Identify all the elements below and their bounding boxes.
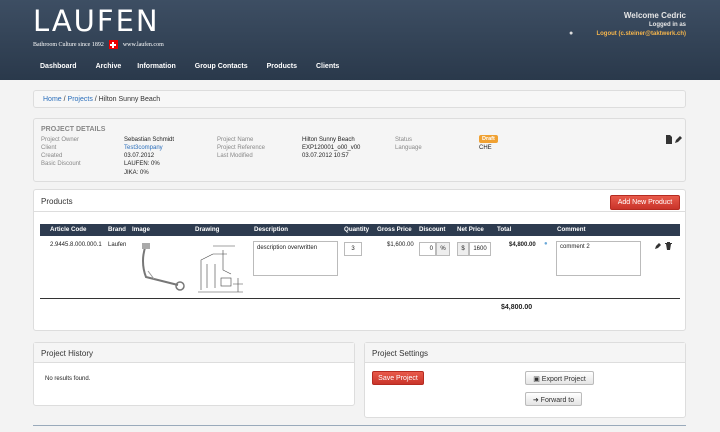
col-drawing: Drawing	[195, 226, 220, 233]
gross-price: $1,600.00	[387, 242, 414, 248]
project-settings-title: Project Settings	[365, 343, 685, 363]
breadcrumb: Home / Projects / Hilton Sunny Beach	[33, 90, 686, 108]
table-footer-rule	[40, 298, 680, 299]
save-project-button[interactable]: Save Project	[372, 371, 424, 385]
print-icon: ▣	[533, 376, 542, 383]
nav-group-contacts[interactable]: Group Contacts	[195, 63, 248, 70]
col-article-code: Article Code	[50, 226, 87, 233]
main-nav: Dashboard Archive Information Group Cont…	[40, 63, 339, 70]
website-text: www.laufen.com	[122, 41, 164, 48]
trash-icon[interactable]	[665, 242, 672, 250]
grand-total: $4,800.00	[501, 304, 533, 311]
col-net-price: Net Price	[457, 226, 484, 233]
project-ref-label: Project Reference	[217, 145, 266, 151]
nav-clients[interactable]: Clients	[316, 63, 339, 70]
forward-to-button[interactable]: ➜ Forward to	[525, 392, 582, 406]
nav-dashboard[interactable]: Dashboard	[40, 63, 77, 70]
project-settings-panel: Project Settings Save Project ▣ Export P…	[364, 342, 686, 418]
discount-jika: JIKA: 0%	[124, 170, 149, 176]
net-price-input[interactable]: 1600	[469, 242, 491, 256]
col-brand: Brand	[108, 226, 126, 233]
footer-rule	[33, 425, 686, 426]
col-discount: Discount	[419, 226, 446, 233]
edit-pencil-icon[interactable]	[674, 135, 682, 144]
breadcrumb-home[interactable]: Home	[43, 96, 62, 103]
discount-laufen: LAUFEN: 0%	[124, 161, 160, 167]
info-dot-icon[interactable]: ●	[544, 241, 548, 247]
col-description: Description	[254, 226, 289, 233]
discount-label: Basic Discount	[41, 161, 81, 167]
owner-value: Sebastian Schmidt	[124, 137, 175, 143]
created-label: Created	[41, 153, 63, 159]
client-label: Client	[41, 145, 57, 151]
project-history-title: Project History	[34, 343, 354, 363]
nav-information[interactable]: Information	[137, 63, 176, 70]
language-value: CHE	[479, 145, 492, 151]
bullet-icon: ●	[569, 30, 574, 37]
col-image: Image	[132, 226, 150, 233]
status-badge: Draft	[479, 135, 498, 143]
description-textarea[interactable]: description overwritten	[253, 241, 338, 276]
project-history-panel: Project History No results found.	[33, 342, 355, 406]
quantity-input[interactable]: 3	[344, 242, 362, 256]
arrow-right-icon: ➜	[532, 397, 541, 404]
article-code: 2.9445.8.000.000.1	[50, 242, 102, 248]
logged-in-label: Logged in as	[648, 22, 686, 28]
export-project-label: Export Project	[541, 376, 586, 383]
edit-pencil-icon[interactable]	[654, 242, 662, 250]
brand: Laufen	[108, 242, 127, 248]
client-link[interactable]: Test3company	[124, 145, 163, 151]
owner-label: Project Owner	[41, 137, 80, 143]
history-empty-text: No results found.	[45, 376, 91, 382]
project-ref-value: EXP120001_o00_v00	[302, 145, 361, 151]
document-icon[interactable]	[665, 135, 673, 144]
product-image	[142, 243, 185, 291]
tagline: Bathroom Culture since 1892 www.laufen.c…	[33, 40, 164, 49]
percent-addon: %	[436, 242, 450, 256]
currency-addon: $	[457, 242, 469, 256]
project-name-value: Hilton Sunny Beach	[302, 137, 355, 143]
col-quantity: Quantity	[344, 226, 370, 233]
welcome-text: Welcome Cedric	[623, 11, 686, 20]
breadcrumb-current: Hilton Sunny Beach	[98, 96, 161, 103]
modified-label: Last Modified	[217, 153, 253, 159]
language-label: Language	[395, 145, 422, 151]
divider	[34, 211, 685, 212]
project-details-panel: PROJECT DETAILS Project Owner Sebastian …	[33, 118, 686, 182]
col-gross-price: Gross Price	[377, 226, 412, 233]
technical-drawing	[198, 245, 243, 293]
swiss-flag-icon	[108, 40, 118, 49]
modified-value: 03.07.2012 10:57	[302, 153, 349, 159]
project-details-heading: PROJECT DETAILS	[41, 126, 106, 133]
row-total: $4,800.00	[509, 242, 536, 248]
app-header: LAUFEN Bathroom Culture since 1892 www.l…	[0, 0, 720, 80]
status-label: Status	[395, 137, 413, 143]
comment-textarea[interactable]: comment 2	[556, 241, 641, 276]
logout-link[interactable]: Logout (c.steiner@taktwerk.ch)	[596, 31, 686, 37]
products-title: Products	[41, 197, 73, 206]
nav-archive[interactable]: Archive	[96, 63, 122, 70]
add-new-product-button[interactable]: Add New Product	[610, 195, 680, 210]
nav-products[interactable]: Products	[267, 63, 297, 70]
products-table-header: Article Code Brand Image Drawing Descrip…	[40, 224, 680, 236]
forward-to-label: Forward to	[540, 397, 575, 404]
col-comment: Comment	[557, 226, 586, 233]
discount-input[interactable]: 0	[419, 242, 436, 256]
col-total: Total	[497, 226, 512, 233]
project-name-label: Project Name	[217, 137, 254, 143]
breadcrumb-projects[interactable]: Projects	[68, 96, 93, 103]
laufen-logo[interactable]: LAUFEN	[33, 4, 160, 38]
tagline-text: Bathroom Culture since 1892	[33, 41, 104, 48]
created-value: 03.07.2012	[124, 153, 155, 159]
export-project-button[interactable]: ▣ Export Project	[525, 371, 594, 385]
